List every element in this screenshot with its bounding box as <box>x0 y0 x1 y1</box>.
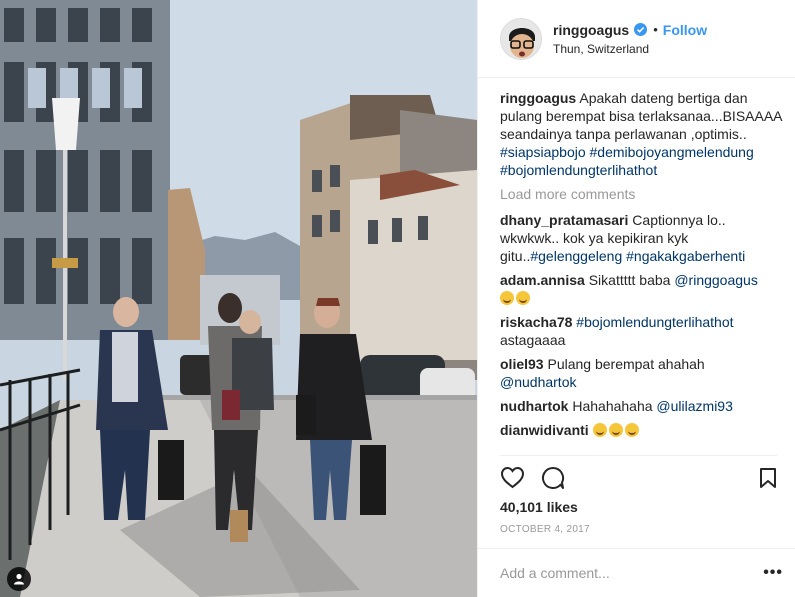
comment-text: Sikattttt baba <box>588 272 671 288</box>
user-tag-icon[interactable] <box>7 567 31 591</box>
location-link[interactable]: Thun, Switzerland <box>553 42 707 56</box>
post-header: ringgoagus • Follow Thun, Switzerland <box>478 0 795 78</box>
comment-item: dhany_pratamasari Captionnya lo.. wkwkwk… <box>500 211 785 265</box>
mention-link[interactable]: @nudhartok <box>500 374 576 390</box>
likes-count[interactable]: 40,101 likes <box>500 499 578 515</box>
comment-username[interactable]: riskacha78 <box>500 314 572 330</box>
follow-button[interactable]: Follow <box>663 22 707 38</box>
comment-username[interactable]: dhany_pratamasari <box>500 212 628 228</box>
comment-item: riskacha78 #bojomlendungterlihathot asta… <box>500 313 785 349</box>
verified-badge-icon <box>634 23 648 36</box>
separator-dot: • <box>653 22 658 37</box>
hashtag-link[interactable]: #bojomlendungterlihathot <box>500 162 657 178</box>
add-comment-section: ••• <box>478 548 795 597</box>
hashtag-link[interactable]: #siapsiapbojo <box>500 144 586 160</box>
more-options-button[interactable]: ••• <box>763 564 783 582</box>
avatar[interactable] <box>500 17 542 60</box>
post-photo[interactable] <box>0 0 477 597</box>
comment-item: adam.annisa Sikattttt baba @ringgoagus <box>500 271 785 307</box>
comment-bubble-icon[interactable] <box>541 466 565 490</box>
comment-username[interactable]: dianwidivanti <box>500 422 589 438</box>
hashtag-link[interactable]: #gelenggeleng #ngakakgaberhenti <box>530 248 745 264</box>
mention-link[interactable]: @ringgoagus <box>674 272 758 288</box>
comment-text: astagaaaa <box>500 332 566 348</box>
hashtag-link[interactable]: #bojomlendungterlihathot <box>576 314 733 330</box>
heart-icon[interactable] <box>500 466 525 489</box>
load-more-comments-button[interactable]: Load more comments <box>500 185 785 203</box>
header-username[interactable]: ringgoagus <box>553 22 629 38</box>
grinning-emoji-icon <box>624 423 639 437</box>
mention-link[interactable]: @ulilazmi93 <box>656 398 732 414</box>
post-side-panel: ringgoagus • Follow Thun, Switzerland ri… <box>477 0 795 597</box>
comment-text: Hahahahaha <box>572 398 653 414</box>
comment-list: ringgoagus Apakah dateng bertiga dan pul… <box>500 89 785 456</box>
add-comment-input[interactable] <box>500 565 764 581</box>
comment-item: oliel93 Pulang berempat ahahah @nudharto… <box>500 355 785 391</box>
post-date: OCTOBER 4, 2017 <box>500 524 590 535</box>
comment-username[interactable]: nudhartok <box>500 398 568 414</box>
comment-username[interactable]: oliel93 <box>500 356 544 372</box>
laughing-emoji-icon <box>516 291 530 305</box>
grinning-emoji-icon <box>608 423 623 437</box>
bookmark-icon[interactable] <box>759 467 777 489</box>
comment-item: dianwidivanti <box>500 421 785 439</box>
caption-username[interactable]: ringgoagus <box>500 90 576 106</box>
post-actions-bar <box>500 455 777 499</box>
hashtag-link[interactable]: #demibojoyangmelendung <box>590 144 754 160</box>
grinning-emoji-icon <box>500 291 514 305</box>
grinning-emoji-icon <box>592 423 607 437</box>
comment-text: Pulang berempat ahahah <box>547 356 705 372</box>
post-caption: ringgoagus Apakah dateng bertiga dan pul… <box>500 89 785 179</box>
street-scene-illustration <box>0 0 477 597</box>
comment-username[interactable]: adam.annisa <box>500 272 585 288</box>
comment-item: nudhartok Hahahahaha @ulilazmi93 <box>500 397 785 415</box>
